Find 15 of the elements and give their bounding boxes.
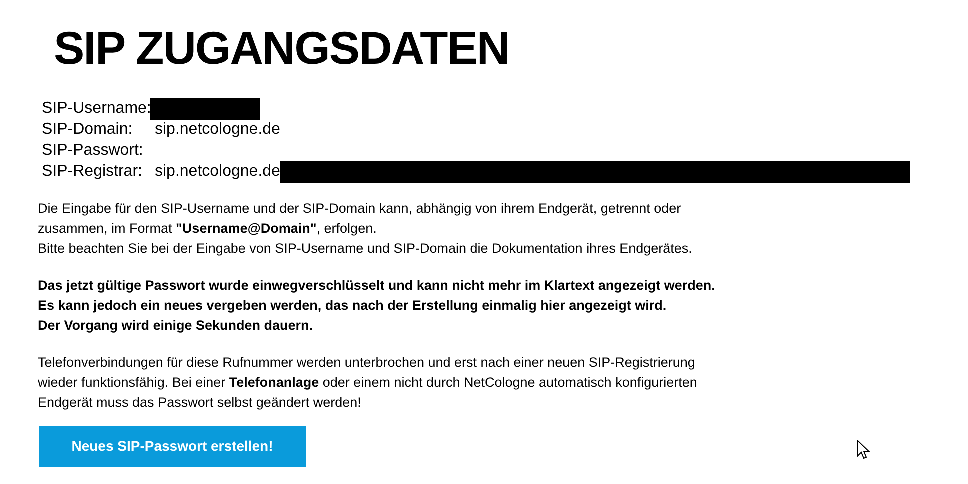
paragraph: Telefonverbindungen für diese Rufnummer werden unterbrochen und erst nach einer neuen SIP-Registrierung wieder funktionsfähig. Bei einer Telefonanlage oder einem nicht durch NetCologne automatisch konfigurierten Endgerät muss das Passwort selbst geändert werden! <box>38 354 698 412</box>
create-password-button[interactable]: Neues SIP-Passwort erstellen! <box>39 426 306 467</box>
field-label: SIP-Registrar: <box>42 162 144 182</box>
field-label: SIP-Passwort: <box>42 140 144 160</box>
paragraph: Bitte beachten Sie bei der Eingabe von SIP-Username und SIP-Domain die Dokumentation ihres Endgerätes. <box>38 240 694 258</box>
paragraph: Das jetzt gültige Passwort wurde einwegverschlüsselt und kann nicht mehr im Klartext angezeigt werden. <box>38 277 716 295</box>
paragraph: Der Vorgang wird einige Sekunden dauern. <box>38 317 314 335</box>
paragraph: Es kann jedoch ein neues vergeben werden, das nach der Erstellung einmalig hier angezeigt wird. <box>38 297 668 315</box>
paragraph: Die Eingabe für den SIP-Username und der SIP-Domain kann, abhängig von ihrem Endgerät, getrennt oder zusammen, im Format "Username@Domain", erfolgen. <box>38 200 682 238</box>
field-value: sip.netcologne.de <box>155 162 280 182</box>
field-value: sip.netcologne.de <box>155 120 280 140</box>
page-title: SIP ZUGANGSDATEN <box>54 22 510 74</box>
field-label: SIP-Username: <box>42 98 150 118</box>
field-label: SIP-Domain: <box>42 120 134 140</box>
mouse-cursor-icon <box>857 440 870 460</box>
